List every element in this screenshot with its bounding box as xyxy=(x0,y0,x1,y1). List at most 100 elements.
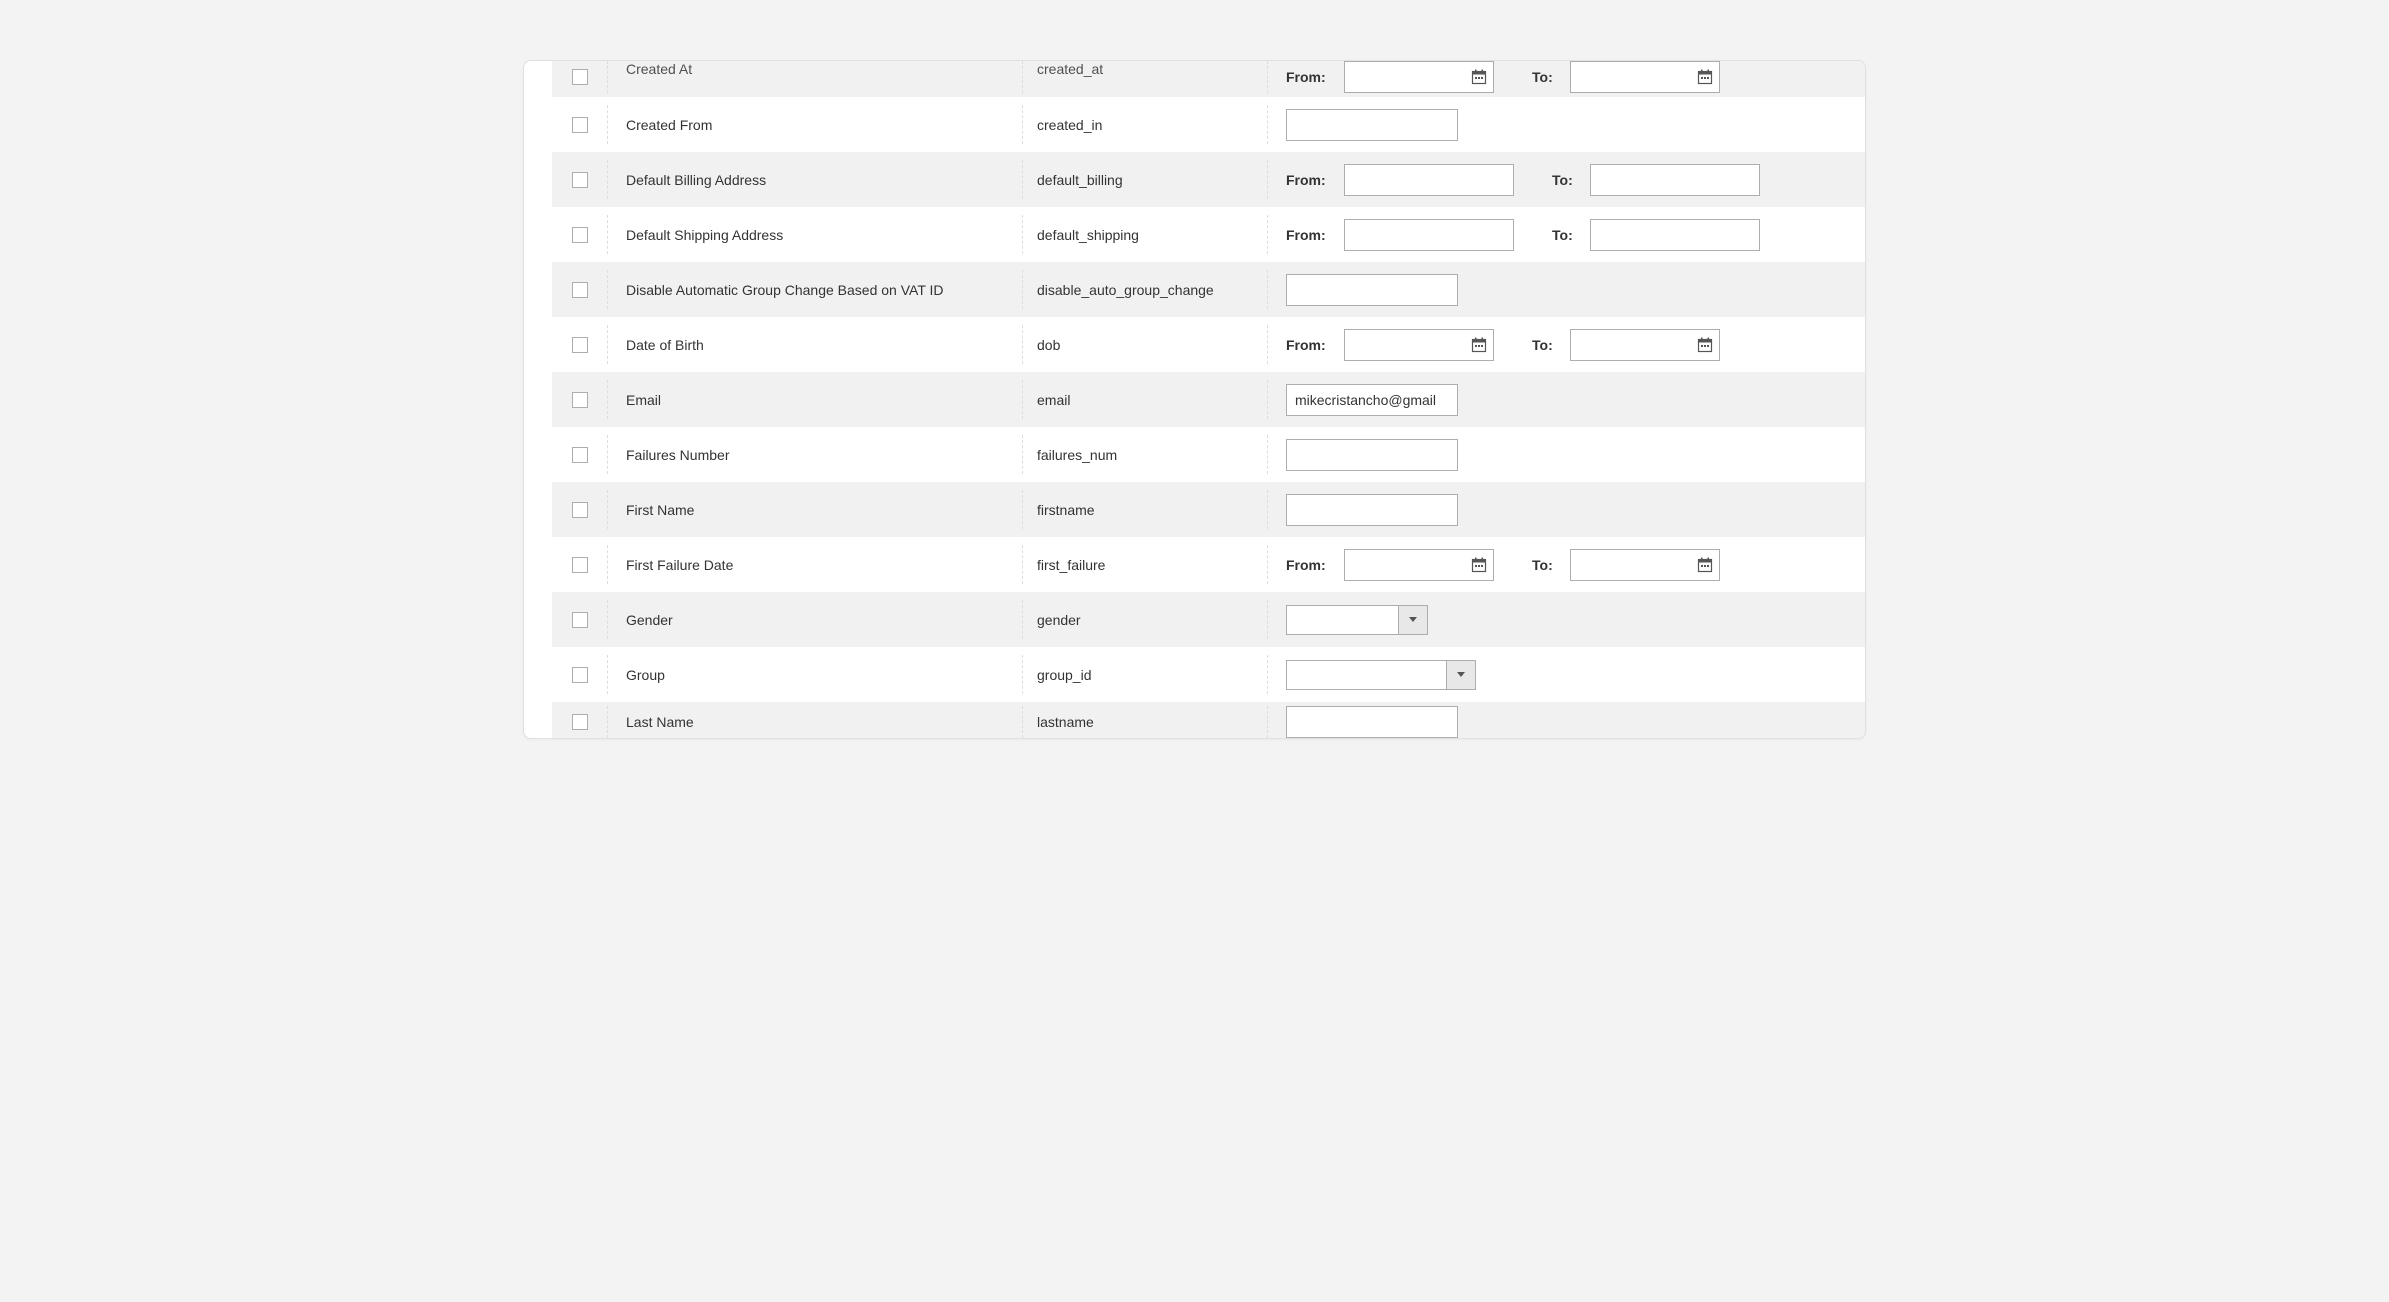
row-checkbox[interactable] xyxy=(572,172,588,188)
attribute-label: Group xyxy=(608,655,1023,694)
checkbox-cell xyxy=(552,270,608,309)
attribute-label: Disable Automatic Group Change Based on … xyxy=(608,270,1023,309)
checkbox-cell xyxy=(552,435,608,474)
filter-cell xyxy=(1268,706,1865,738)
checkbox-cell xyxy=(552,61,608,93)
attribute-label-text: First Name xyxy=(626,502,694,518)
filter-select[interactable] xyxy=(1286,660,1476,690)
attribute-code-text: created_at xyxy=(1037,61,1103,77)
range-to-input[interactable] xyxy=(1590,164,1760,196)
to-label: To: xyxy=(1552,227,1580,243)
date-from-input[interactable] xyxy=(1344,329,1494,361)
table-row: Default Shipping Address default_shipping… xyxy=(552,207,1865,262)
from-label: From: xyxy=(1286,227,1334,243)
filter-cell xyxy=(1268,494,1865,526)
attribute-label-text: Failures Number xyxy=(626,447,729,463)
select-value xyxy=(1286,605,1398,635)
date-from-input[interactable] xyxy=(1344,61,1494,93)
date-to-input[interactable] xyxy=(1570,329,1720,361)
attribute-code: disable_auto_group_change xyxy=(1023,270,1268,309)
filter-text-input[interactable] xyxy=(1286,109,1458,141)
row-checkbox[interactable] xyxy=(572,447,588,463)
attribute-label-text: Created From xyxy=(626,117,712,133)
table-row: Group group_id xyxy=(552,647,1865,702)
row-checkbox[interactable] xyxy=(572,502,588,518)
checkbox-cell xyxy=(552,706,608,738)
row-checkbox[interactable] xyxy=(572,667,588,683)
filter-cell: From:To: xyxy=(1268,549,1865,581)
attribute-label: Created At xyxy=(608,61,1023,93)
checkbox-cell xyxy=(552,325,608,364)
from-label: From: xyxy=(1286,69,1334,85)
table-row: Default Billing Address default_billing Fr… xyxy=(552,152,1865,207)
filter-text-input[interactable] xyxy=(1286,274,1458,306)
row-checkbox[interactable] xyxy=(572,612,588,628)
chevron-down-icon xyxy=(1409,617,1417,622)
row-checkbox[interactable] xyxy=(572,392,588,408)
filter-text-input[interactable] xyxy=(1286,384,1458,416)
range-from-input[interactable] xyxy=(1344,219,1514,251)
filter-cell xyxy=(1268,109,1865,141)
attribute-code: default_shipping xyxy=(1023,215,1268,254)
from-label: From: xyxy=(1286,172,1334,188)
select-toggle[interactable] xyxy=(1398,605,1428,635)
attribute-label-text: Email xyxy=(626,392,661,408)
filter-cell xyxy=(1268,439,1865,471)
attribute-label: Last Name xyxy=(608,706,1023,738)
row-checkbox[interactable] xyxy=(572,117,588,133)
calendar-icon xyxy=(1471,69,1487,85)
checkbox-cell xyxy=(552,655,608,694)
row-checkbox[interactable] xyxy=(572,714,588,730)
row-checkbox[interactable] xyxy=(572,282,588,298)
row-checkbox[interactable] xyxy=(572,337,588,353)
attribute-label-text: Gender xyxy=(626,612,673,628)
table-row: Created From created_in xyxy=(552,97,1865,152)
to-label: To: xyxy=(1552,172,1580,188)
attribute-code-text: gender xyxy=(1037,612,1081,628)
filter-text-input[interactable] xyxy=(1286,439,1458,471)
row-checkbox[interactable] xyxy=(572,227,588,243)
calendar-icon xyxy=(1697,557,1713,573)
to-label: To: xyxy=(1532,69,1560,85)
attribute-label: Email xyxy=(608,380,1023,419)
attribute-code-text: created_in xyxy=(1037,117,1102,133)
attribute-label-text: Default Shipping Address xyxy=(626,227,783,243)
attribute-label-text: Date of Birth xyxy=(626,337,704,353)
table-row: Gender gender xyxy=(552,592,1865,647)
attribute-label: Failures Number xyxy=(608,435,1023,474)
row-checkbox[interactable] xyxy=(572,557,588,573)
filter-select[interactable] xyxy=(1286,605,1428,635)
table-row: Last Name lastname xyxy=(552,702,1865,738)
date-to-input[interactable] xyxy=(1570,61,1720,93)
checkbox-cell xyxy=(552,380,608,419)
attribute-code: email xyxy=(1023,380,1268,419)
filter-cell xyxy=(1268,660,1865,690)
attribute-label: Date of Birth xyxy=(608,325,1023,364)
attribute-label: Default Billing Address xyxy=(608,160,1023,199)
date-to-input[interactable] xyxy=(1570,549,1720,581)
calendar-icon xyxy=(1471,557,1487,573)
range-to-input[interactable] xyxy=(1590,219,1760,251)
attribute-code: group_id xyxy=(1023,655,1268,694)
filter-cell: From: To: xyxy=(1268,219,1865,251)
chevron-down-icon xyxy=(1457,672,1465,677)
table-row: Email email xyxy=(552,372,1865,427)
attribute-label-text: Last Name xyxy=(626,714,694,730)
attribute-code-text: lastname xyxy=(1037,714,1094,730)
attribute-code-text: failures_num xyxy=(1037,447,1117,463)
range-from-input[interactable] xyxy=(1344,164,1514,196)
attribute-grid-inner: Created At created_at From: To: Created From… xyxy=(552,61,1865,738)
calendar-icon xyxy=(1697,69,1713,85)
filter-text-input[interactable] xyxy=(1286,494,1458,526)
row-checkbox[interactable] xyxy=(572,69,588,85)
attribute-code-text: group_id xyxy=(1037,667,1092,683)
attribute-code-text: default_billing xyxy=(1037,172,1123,188)
attribute-grid-panel: Created At created_at From: To: Created From… xyxy=(523,60,1866,739)
checkbox-cell xyxy=(552,545,608,584)
attribute-code: gender xyxy=(1023,600,1268,639)
to-label: To: xyxy=(1532,557,1560,573)
date-from-input[interactable] xyxy=(1344,549,1494,581)
filter-text-input[interactable] xyxy=(1286,706,1458,738)
select-toggle[interactable] xyxy=(1446,660,1476,690)
attribute-code: first_failure xyxy=(1023,545,1268,584)
